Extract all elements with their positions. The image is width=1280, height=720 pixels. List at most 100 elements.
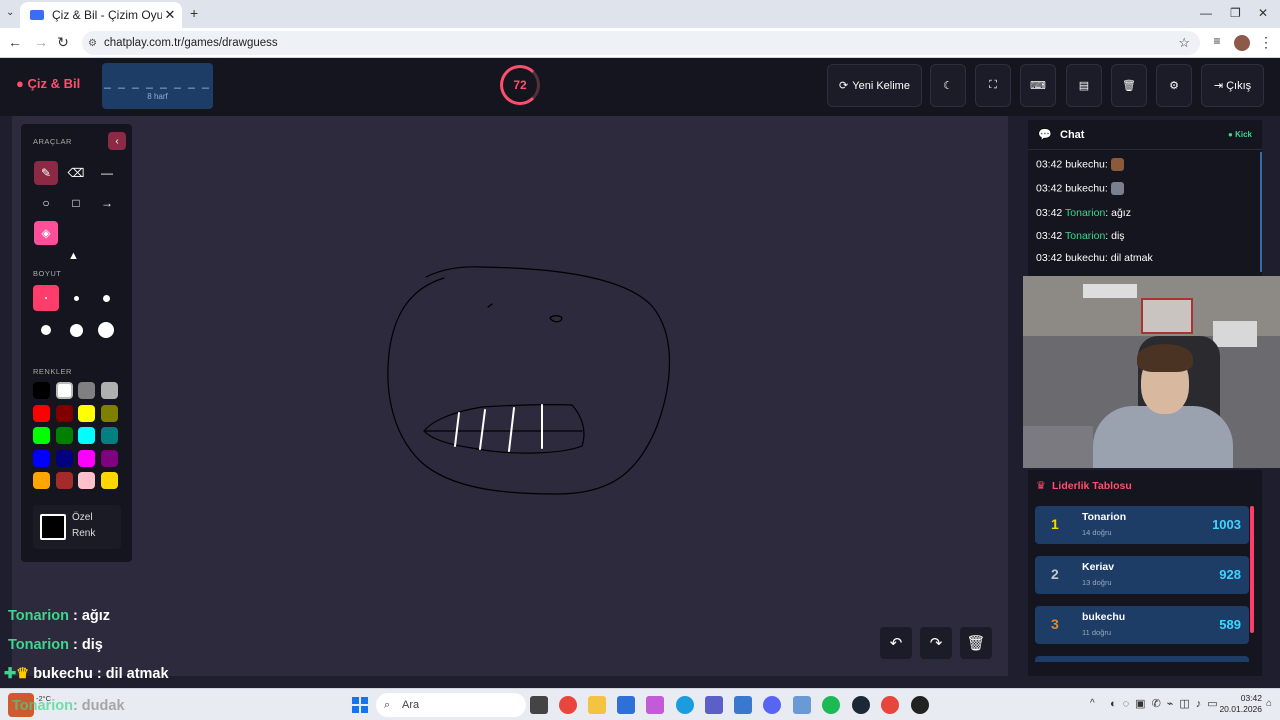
color-swatch[interactable] [33, 404, 50, 422]
color-swatch[interactable] [78, 382, 95, 399]
size-option-3[interactable] [93, 285, 119, 311]
keyboard-button[interactable]: ⌨ [1020, 64, 1056, 107]
color-swatch[interactable] [78, 449, 95, 467]
color-swatch[interactable] [55, 382, 73, 399]
fullscreen-button[interactable]: ⛶ [975, 64, 1011, 107]
taskbar-clock[interactable]: 03:42 20.01.2026 [1219, 693, 1262, 715]
color-swatch[interactable] [78, 427, 95, 444]
color-swatch[interactable] [33, 449, 50, 467]
color-swatch[interactable] [55, 472, 73, 489]
browser-tab[interactable]: Çiz & Bil - Çizim Oyunu ✕ [20, 2, 182, 28]
size-option-1[interactable] [33, 285, 59, 311]
spotify-icon[interactable] [822, 696, 840, 714]
file-explorer-icon[interactable] [588, 696, 606, 714]
color-swatch[interactable] [78, 472, 95, 489]
tab-list-icon[interactable]: ⌄ [6, 7, 14, 18]
system-tray-icons[interactable]: ◐◌▣✆⌁◫♪▭ [1110, 697, 1224, 710]
gear-icon: ⚙ [1169, 80, 1179, 92]
bookmark-star-icon[interactable]: ☆ [1178, 35, 1190, 51]
webcam-feed [1023, 276, 1280, 468]
color-swatch[interactable] [100, 427, 118, 444]
color-swatch[interactable] [55, 404, 73, 422]
app-logo[interactable]: ● Çiz & Bil [16, 76, 80, 91]
reload-icon[interactable]: ↻ [54, 34, 72, 51]
steam-icon[interactable] [852, 696, 870, 714]
size-option-4[interactable] [33, 317, 59, 343]
round-timer: 72 [500, 65, 540, 105]
color-swatch[interactable] [55, 449, 73, 467]
size-option-6[interactable] [93, 317, 119, 343]
drawing-canvas[interactable] [12, 116, 1008, 676]
fill-tool[interactable]: ◈ [34, 221, 58, 245]
brush-tool[interactable]: ✎ [34, 161, 58, 185]
chat-time: 03:42 [1036, 158, 1063, 171]
store-icon[interactable] [617, 696, 635, 714]
copilot-icon[interactable] [646, 696, 664, 714]
address-bar: ← → ↻ ⚙ chatplay.com.tr/games/drawguess … [0, 28, 1280, 58]
task-view-icon[interactable] [530, 696, 548, 714]
chrome-icon[interactable] [559, 696, 577, 714]
undo-button[interactable]: ↶ [880, 627, 912, 659]
media-icon[interactable]: ≡ [1208, 34, 1226, 48]
windows-start-icon[interactable] [352, 697, 368, 713]
chat-bubble-icon: 💬 [1038, 129, 1052, 141]
size-option-5[interactable] [63, 317, 89, 343]
tray-expand-icon[interactable]: ^ [1090, 698, 1095, 709]
colors-section-title: RENKLER [33, 367, 72, 376]
back-icon[interactable]: ← [6, 34, 24, 50]
chat-scrollbar[interactable] [1260, 152, 1262, 272]
forward-icon[interactable]: → [32, 34, 50, 50]
collapse-panel-button[interactable]: ‹ [108, 132, 126, 150]
profile-avatar[interactable] [1234, 35, 1250, 51]
outlook-icon[interactable] [734, 696, 752, 714]
size-option-2[interactable] [63, 285, 89, 311]
clear-canvas-button[interactable]: 🗑 [960, 627, 992, 659]
clear-button[interactable]: 🗑 [1111, 64, 1147, 107]
color-swatch[interactable] [100, 449, 118, 467]
dark-mode-button[interactable]: ☾ [930, 64, 966, 107]
leaderboard-row: 1 Tonarion 14 doğru 1003 [1035, 506, 1249, 544]
circle-tool[interactable]: ○ [34, 191, 58, 215]
obs-icon[interactable] [911, 696, 929, 714]
taskbar-search[interactable]: ⌕ Ara [376, 693, 526, 717]
custom-color-button[interactable]: Özel Renk [33, 505, 121, 549]
monitor-icon[interactable] [793, 696, 811, 714]
archive-button[interactable]: ▤ [1066, 64, 1102, 107]
url-text: chatplay.com.tr/games/drawguess [104, 37, 278, 49]
exit-button[interactable]: ⇥ Çıkış [1201, 64, 1264, 107]
size-dot [69, 323, 83, 337]
notification-icon[interactable]: ⌂ [1266, 698, 1272, 709]
maximize-icon[interactable]: ❐ [1230, 6, 1241, 20]
color-swatch[interactable] [33, 472, 50, 489]
webcam-poster [1141, 298, 1193, 334]
new-word-button[interactable]: ⟳ Yeni Kelime [827, 64, 922, 107]
line-tool[interactable]: — [95, 161, 119, 185]
color-swatch[interactable] [100, 472, 118, 489]
arrow-tool[interactable]: → [95, 191, 119, 215]
eraser-tool[interactable]: ⌫ [64, 161, 88, 185]
new-tab-icon[interactable]: + [190, 5, 198, 21]
browser-menu-icon[interactable]: ⋮ [1257, 34, 1275, 51]
color-swatch[interactable] [33, 382, 50, 399]
undo-icon: ↶ [889, 635, 903, 652]
leaderboard-scrollbar[interactable] [1250, 506, 1254, 633]
color-swatch[interactable] [100, 404, 118, 422]
color-swatch[interactable] [78, 404, 95, 422]
rectangle-tool[interactable]: □ [64, 191, 88, 215]
minimize-icon[interactable]: — [1200, 6, 1212, 20]
window-close-icon[interactable]: ✕ [1258, 6, 1268, 20]
discord-icon[interactable] [763, 696, 781, 714]
settings-button[interactable]: ⚙ [1156, 64, 1192, 107]
color-swatch[interactable] [33, 427, 50, 444]
overlay-chat-text: : ağız [72, 608, 111, 624]
edge-icon[interactable] [676, 696, 694, 714]
teams-icon[interactable] [705, 696, 723, 714]
tab-close-icon[interactable]: ✕ [162, 7, 178, 23]
color-swatch[interactable] [55, 427, 73, 444]
redo-button[interactable]: ↷ [920, 627, 952, 659]
site-info-icon[interactable]: ⚙ [88, 38, 97, 49]
url-field[interactable]: ⚙ chatplay.com.tr/games/drawguess ☆ [82, 31, 1200, 55]
trash-icon: 🗑 [1122, 80, 1136, 92]
chrome-active-icon[interactable] [881, 696, 899, 714]
color-swatch[interactable] [100, 382, 118, 399]
